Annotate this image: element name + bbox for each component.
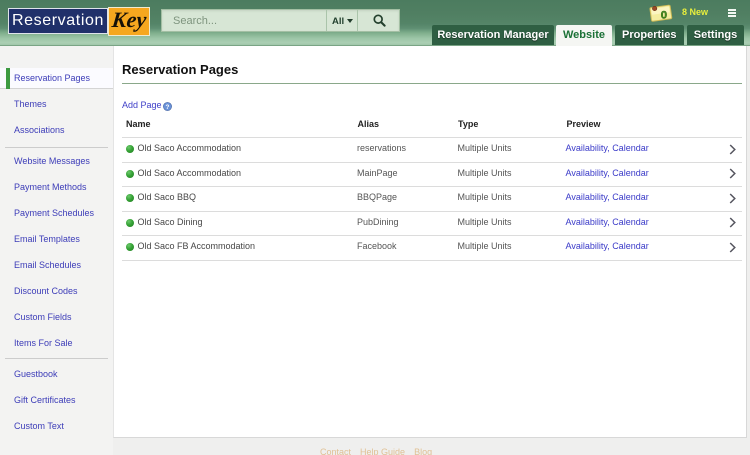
svg-text:0: 0 xyxy=(661,9,667,21)
svg-text:?: ? xyxy=(166,104,170,111)
